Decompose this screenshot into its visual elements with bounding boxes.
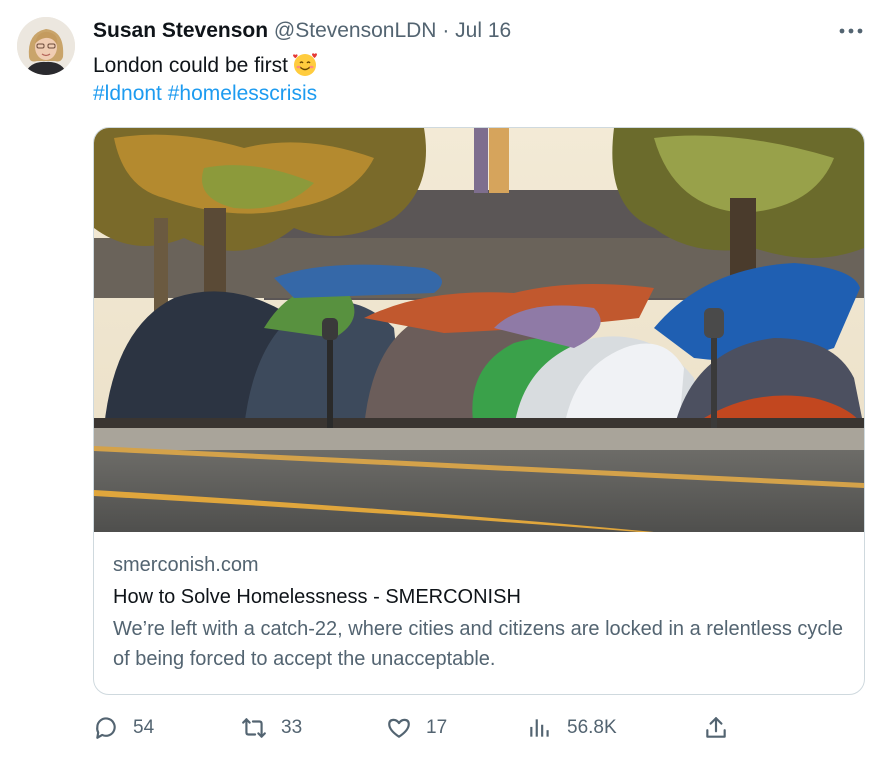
share-button[interactable] [703,710,729,746]
share-icon [703,715,729,741]
avatar[interactable] [17,17,75,75]
card-body: smerconish.com How to Solve Homelessness… [113,552,845,674]
action-bar: 54 33 17 56.8K [93,710,863,746]
hashtags: #ldnont #homelesscrisis [93,81,317,107]
tweet-date[interactable]: Jul 16 [455,19,511,42]
reply-count: 54 [133,717,155,738]
card-title: How to Solve Homelessness - SMERCONISH [113,586,521,608]
author-handle[interactable]: @StevensonLDN [274,19,437,42]
retweet-button[interactable]: 33 [241,710,302,746]
card-description: We’re left with a catch-22, where cities… [113,618,843,670]
reply-icon [93,715,119,741]
views-button[interactable]: 56.8K [527,710,617,746]
views-count: 56.8K [567,717,617,738]
reply-button[interactable]: 54 [93,710,154,746]
retweet-count: 33 [281,717,303,738]
card-domain: smerconish.com [113,554,259,576]
header-separator: · [436,19,456,42]
like-count: 17 [426,717,448,738]
author-name[interactable]: Susan Stevenson [93,19,268,42]
like-button[interactable]: 17 [386,710,447,746]
retweet-icon [241,715,267,741]
views-icon [527,715,553,741]
smiling-face-with-hearts-emoji-icon [292,51,318,84]
hashtag-homelesscrisis[interactable]: #homelesscrisis [168,82,317,105]
heart-icon [386,715,412,741]
hashtag-ldnont[interactable]: #ldnont [93,82,162,105]
tweet-text: London could be first [93,51,318,84]
tweet-text-content: London could be first [93,54,288,77]
tweet-header: Susan Stevenson @StevensonLDN · Jul 16 [93,18,511,44]
more-icon[interactable] [838,22,864,40]
link-card[interactable]: smerconish.com How to Solve Homelessness… [93,127,865,695]
card-image[interactable] [94,128,864,532]
